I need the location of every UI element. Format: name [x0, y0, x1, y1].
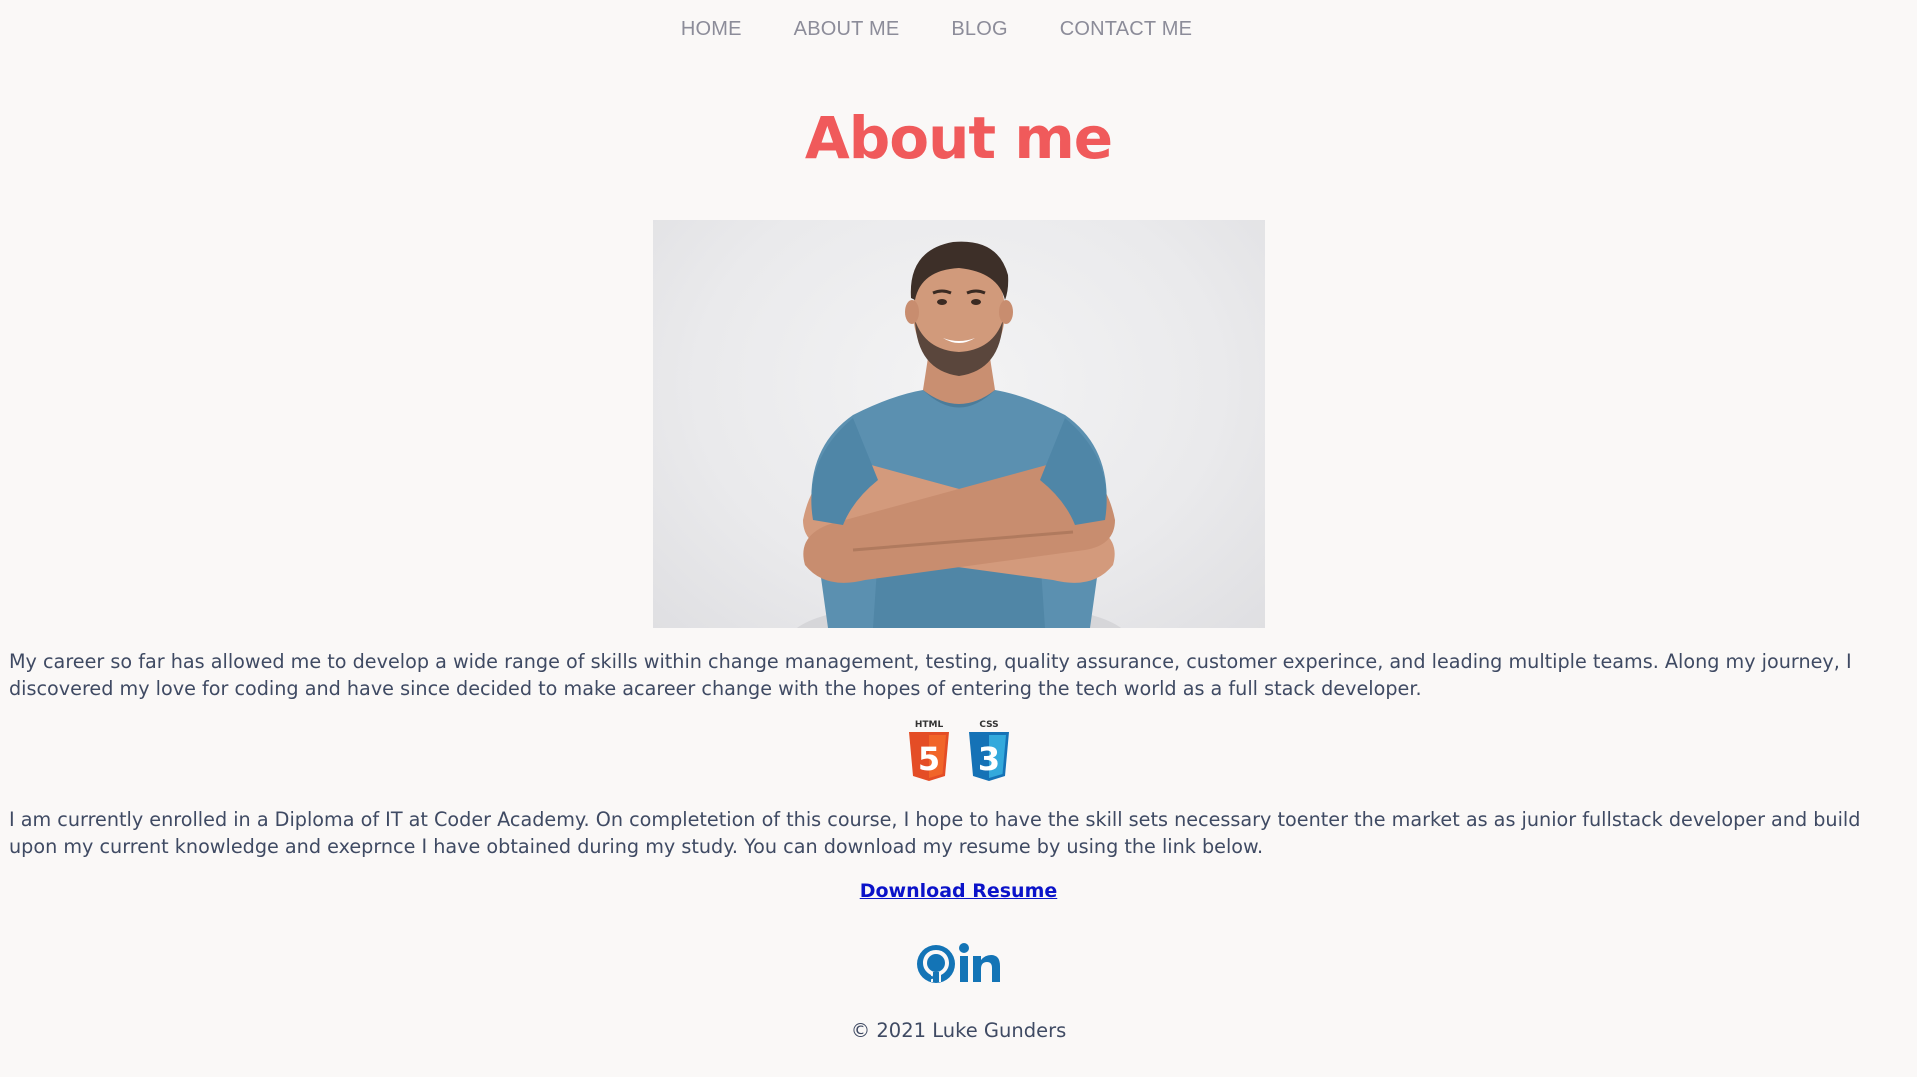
github-icon — [916, 945, 955, 983]
download-resume-link[interactable]: Download Resume — [860, 880, 1058, 902]
skills-icons: HTML 5 CSS 3 — [0, 718, 1917, 784]
linkedin-link[interactable] — [958, 942, 1002, 990]
intro-paragraph: My career so far has allowed me to devel… — [9, 650, 1852, 700]
svg-text:5: 5 — [917, 740, 939, 778]
nav-about-link[interactable]: ABOUT ME — [794, 18, 900, 41]
portrait-illustration — [796, 241, 1122, 628]
github-link[interactable] — [916, 942, 956, 990]
nav-home-link[interactable]: HOME — [681, 18, 742, 41]
svg-text:3: 3 — [977, 740, 999, 778]
footer-copyright: © 2021 Luke Gunders — [850, 1019, 1067, 1042]
page-title: About me — [804, 104, 1113, 172]
profile-photo — [653, 220, 1265, 628]
css3-icon: CSS 3 — [968, 720, 1009, 781]
svg-text:CSS: CSS — [979, 720, 998, 730]
svg-text:HTML: HTML — [914, 720, 943, 730]
page: HOME ABOUT ME BLOG CONTACT ME About me M… — [0, 0, 1917, 1077]
study-paragraph: I am currently enrolled in a Diploma of … — [9, 808, 1861, 858]
html5-icon: HTML 5 — [908, 720, 949, 781]
nav-contact-link[interactable]: CONTACT ME — [1060, 18, 1192, 41]
nav-blog-link[interactable]: BLOG — [951, 18, 1007, 41]
linkedin-icon — [958, 943, 1000, 982]
download-section: Download Resume — [0, 880, 1917, 902]
main-nav: HOME ABOUT ME BLOG CONTACT ME — [0, 18, 1917, 41]
social-links — [0, 942, 1917, 990]
